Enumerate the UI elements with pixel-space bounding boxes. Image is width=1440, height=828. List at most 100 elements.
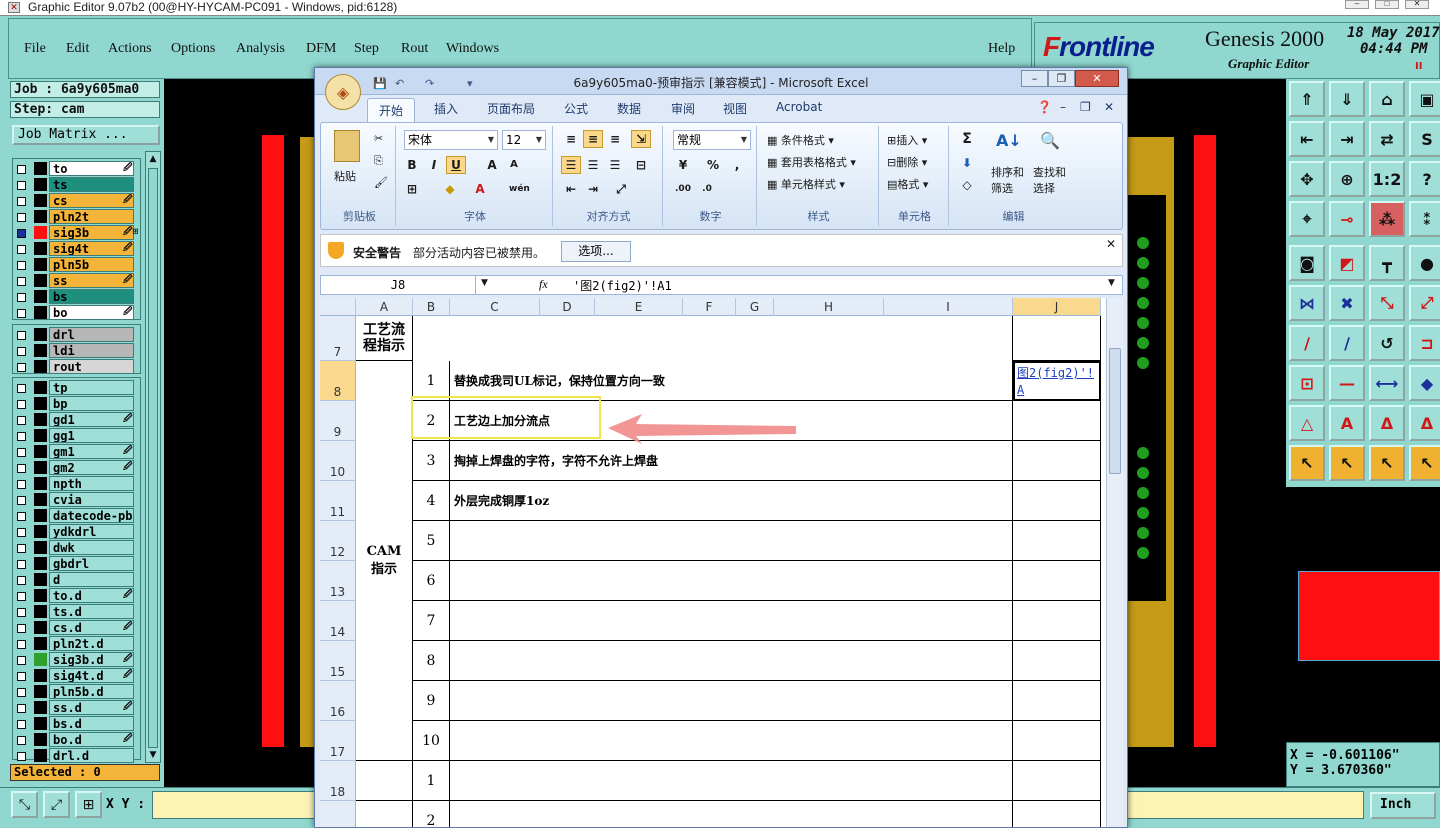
excel-close-button[interactable]: ✕ <box>1075 70 1119 87</box>
dot-icon[interactable]: ● <box>1409 245 1440 281</box>
layer-checkbox[interactable] <box>17 165 26 174</box>
step-link-cell[interactable] <box>1013 441 1101 481</box>
row-header[interactable]: 11 <box>320 481 356 521</box>
layer-checkbox[interactable] <box>17 512 26 521</box>
fill-color-icon[interactable]: ◆ <box>440 180 460 198</box>
pointer-alt-icon[interactable]: ↖ <box>1329 445 1365 481</box>
decrease-decimal-icon[interactable]: .0 <box>697 180 717 198</box>
move-up-icon[interactable]: ⇑ <box>1289 81 1325 117</box>
sort-filter-label-2[interactable]: 筛选 <box>991 180 1013 196</box>
layer-row-sig4t.d[interactable]: sig4t.d 🖉 <box>13 668 140 684</box>
layer-row-to[interactable]: to 🖉 <box>13 161 140 177</box>
layer-color-indicator[interactable] <box>34 258 47 271</box>
swap-icon[interactable]: ⇄ <box>1369 121 1405 157</box>
formula-expand-icon[interactable]: ▼ <box>1108 278 1115 288</box>
layer-color-indicator[interactable] <box>34 306 47 319</box>
save-icon[interactable]: 💾 <box>373 77 387 90</box>
scroll-up-icon[interactable]: ▲ <box>146 152 160 166</box>
bracket-icon[interactable]: ⊐ <box>1409 325 1440 361</box>
layer-color-indicator[interactable] <box>34 413 47 426</box>
column-header-e[interactable]: E <box>595 298 683 316</box>
layer-color-indicator[interactable] <box>34 541 47 554</box>
scroll-thumb[interactable] <box>148 168 158 748</box>
align-right-icon[interactable]: ☰ <box>605 156 625 174</box>
row-header[interactable]: 8 <box>320 361 356 401</box>
ribbon-close-icon[interactable]: ✕ <box>1104 100 1114 114</box>
help-icon[interactable]: ? <box>1409 161 1440 197</box>
copy-icon[interactable]: ⎘ <box>374 154 383 168</box>
ribbon-help-icon[interactable]: ❓ <box>1037 100 1052 114</box>
layer-name[interactable]: cvia <box>49 492 134 507</box>
layer-color-indicator[interactable] <box>34 429 47 442</box>
menu-step[interactable]: Step <box>354 41 379 57</box>
layer-color-indicator[interactable] <box>34 621 47 634</box>
font-size-select[interactable]: 12 ▼ <box>502 130 546 150</box>
layer-checkbox[interactable] <box>17 277 26 286</box>
line-alt-icon[interactable]: ∕ <box>1329 325 1365 361</box>
layer-name[interactable]: sig3b <box>49 225 134 240</box>
layer-name[interactable]: pln2t.d <box>49 636 134 651</box>
layer-name[interactable]: datecode-pb <box>49 508 134 523</box>
find-select-icon[interactable]: 🔍 <box>1037 132 1063 156</box>
paste-icon[interactable] <box>334 130 360 162</box>
layer-color-indicator[interactable] <box>34 328 47 341</box>
row-header[interactable]: 7 <box>320 316 356 361</box>
name-box[interactable]: J8 <box>321 276 476 294</box>
layer-color-indicator[interactable] <box>34 717 47 730</box>
menu-actions[interactable]: Actions <box>108 41 152 57</box>
layer-name[interactable]: gd1 <box>49 412 134 427</box>
layer-name[interactable]: bs.d <box>49 716 134 731</box>
step-link-cell[interactable] <box>1013 801 1101 827</box>
insert-cells-button[interactable]: ⊞插入 ▾ <box>887 132 927 148</box>
select-all-corner[interactable] <box>320 298 356 316</box>
layer-name[interactable]: npth <box>49 476 134 491</box>
fill-icon[interactable]: ⬇ <box>957 154 977 172</box>
row-header[interactable]: 12 <box>320 521 356 561</box>
layer-name[interactable]: cs <box>49 193 134 208</box>
triangle-a-icon[interactable]: A <box>1329 405 1365 441</box>
layer-name[interactable]: sig4t <box>49 241 134 256</box>
align-middle-icon[interactable]: ≡ <box>583 130 603 148</box>
layer-checkbox[interactable] <box>17 181 26 190</box>
borders-icon[interactable]: ⊞ <box>402 180 422 198</box>
formula-input[interactable]: '图2(fig2)'!A1 <box>573 277 672 294</box>
step-text[interactable] <box>450 641 1013 681</box>
step-text[interactable] <box>450 521 1013 561</box>
step-text[interactable]: 外层完成铜厚1oz <box>450 481 1013 521</box>
format-as-table-button[interactable]: ▦ 套用表格格式 ▾ <box>767 154 856 170</box>
layer-checkbox[interactable] <box>17 544 26 553</box>
excel-minimize-button[interactable]: – <box>1021 70 1048 87</box>
layer-name[interactable]: to.d <box>49 588 134 603</box>
step-number[interactable]: 8 <box>413 641 450 681</box>
row7-blank[interactable] <box>413 316 1013 361</box>
pause-icon[interactable]: II <box>1415 61 1422 72</box>
layer-checkbox[interactable] <box>17 229 26 238</box>
link-icon[interactable]: ⤡ <box>1369 285 1405 321</box>
paste-label[interactable]: 粘贴 <box>334 168 356 184</box>
layer-row-gg1[interactable]: gg1 <box>13 428 140 444</box>
layer-name[interactable]: tp <box>49 380 134 395</box>
ruler-icon[interactable]: ┳ <box>1369 245 1405 281</box>
step-number[interactable]: 1 <box>413 361 450 401</box>
next-a[interactable] <box>356 801 413 827</box>
undo-icon[interactable]: ↶ <box>395 77 404 90</box>
probe-icon[interactable]: ⊸ <box>1329 201 1365 237</box>
layer-checkbox[interactable] <box>17 592 26 601</box>
layer-checkbox[interactable] <box>17 688 26 697</box>
row-header[interactable]: 14 <box>320 601 356 641</box>
layer-checkbox[interactable] <box>17 432 26 441</box>
menu-edit[interactable]: Edit <box>66 41 89 57</box>
step-link-cell[interactable] <box>1013 681 1101 721</box>
name-box-dropdown-icon[interactable]: ▼ <box>481 278 488 288</box>
zoom-fit-icon[interactable]: ⤡ <box>11 791 38 818</box>
step-number[interactable]: 2 <box>413 801 450 827</box>
tab-page-layout[interactable]: 页面布局 <box>487 100 535 117</box>
node-icon[interactable]: ⋈ <box>1289 285 1325 321</box>
arc-icon[interactable]: ↺ <box>1369 325 1405 361</box>
layer-name[interactable]: gbdrl <box>49 556 134 571</box>
job-matrix-button[interactable]: Job Matrix ... <box>12 125 160 145</box>
layer-checkbox[interactable] <box>17 496 26 505</box>
redo-icon[interactable]: ↷ <box>425 77 434 90</box>
layer-row-pln5b[interactable]: pln5b <box>13 257 140 273</box>
step-number[interactable]: 1 <box>413 761 450 801</box>
